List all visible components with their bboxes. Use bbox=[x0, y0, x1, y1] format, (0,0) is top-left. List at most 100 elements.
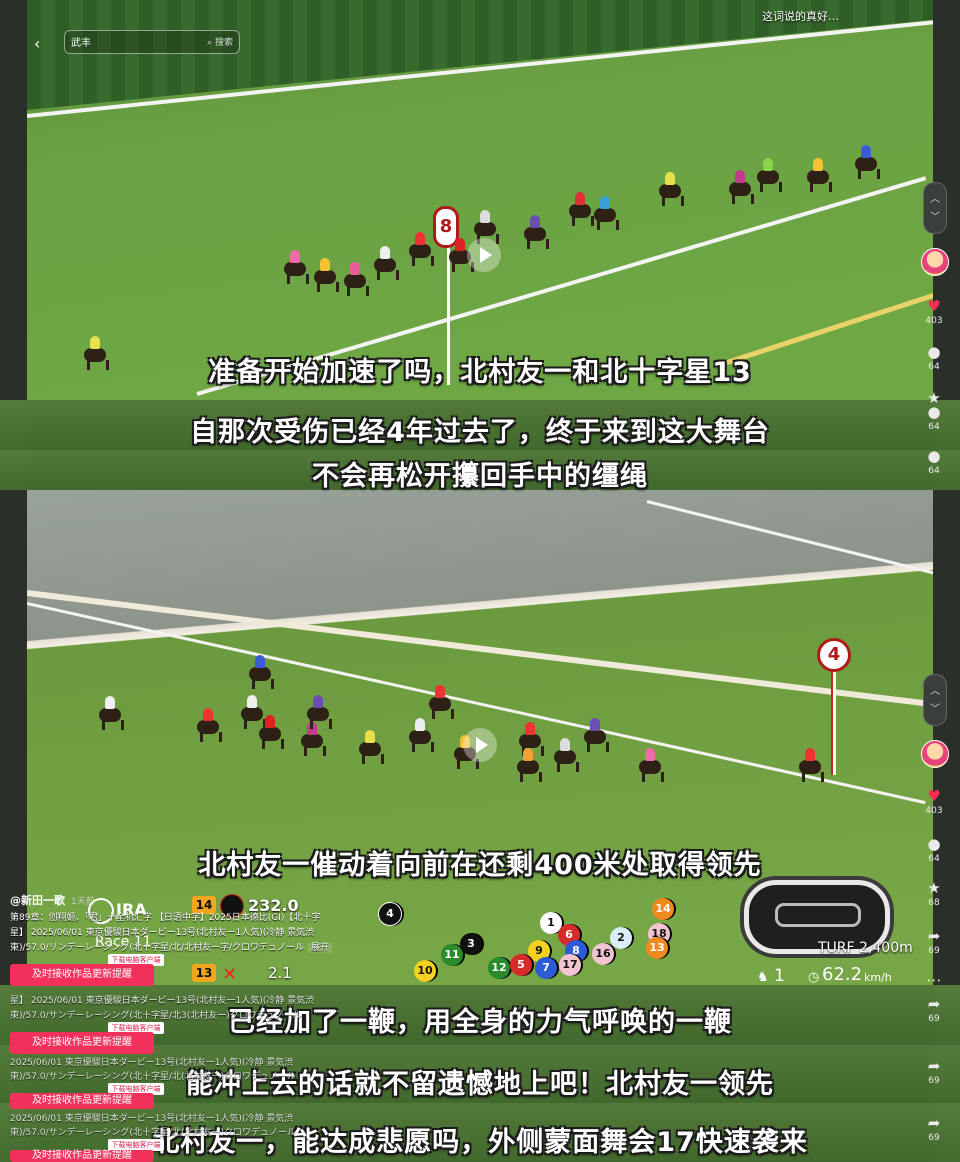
hud-box-bottom: 13 bbox=[192, 964, 216, 982]
horse bbox=[853, 145, 880, 179]
more-button[interactable]: ⋯ bbox=[918, 972, 950, 988]
horse bbox=[427, 685, 454, 719]
saddle-number: 10 bbox=[414, 960, 436, 982]
share-icon: ➦ bbox=[927, 995, 941, 1013]
chevron-up-icon: ︿ bbox=[930, 686, 940, 697]
subscribe-updates-button[interactable]: 及时接收作品更新提醒 bbox=[10, 1032, 154, 1054]
furlong-marker-4: 4 bbox=[817, 638, 851, 672]
description-line: 星】 2025/06/01 東京優駿日本ダービー13号(北村友一1人気)(冷静 … bbox=[10, 928, 315, 938]
saddle-number: 16 bbox=[592, 943, 614, 965]
comment-button[interactable]: ● 64 bbox=[918, 448, 950, 477]
x-icon: ✕ bbox=[222, 964, 238, 985]
horse bbox=[312, 258, 339, 292]
share-icon: ➦ bbox=[927, 927, 941, 945]
inner-rail bbox=[27, 590, 933, 709]
avatar[interactable] bbox=[921, 740, 949, 768]
hud-speed-unit: km/h bbox=[864, 971, 892, 984]
horse bbox=[407, 718, 434, 752]
comment-icon: ● bbox=[927, 447, 941, 465]
video-frame-top[interactable]: 8 bbox=[27, 0, 933, 400]
subscribe-updates-button[interactable]: 及时接收作品更新提醒 bbox=[10, 1093, 154, 1109]
scroll-toggle[interactable]: ︿ ﹀ bbox=[923, 182, 947, 234]
more-icon: ⋯ bbox=[926, 971, 942, 989]
post-time: 1天前 bbox=[71, 897, 95, 907]
share-icon: ➦ bbox=[927, 1114, 941, 1132]
horse bbox=[305, 695, 332, 729]
horse bbox=[407, 232, 434, 266]
author-name[interactable]: @新田一歌 bbox=[10, 894, 65, 907]
share-button[interactable]: ➦ 69 bbox=[918, 1115, 950, 1144]
search-box[interactable]: ⌕ 搜索 bbox=[64, 30, 240, 54]
top-caption: 这词说的真好… bbox=[762, 10, 839, 23]
chevron-down-icon: ﹀ bbox=[930, 704, 940, 715]
horse bbox=[195, 708, 222, 742]
subtitle-line: 北村友一催动着向前在还剩400米处取得领先 bbox=[198, 850, 762, 881]
saddle-number: 3 bbox=[460, 933, 482, 955]
horse bbox=[357, 730, 384, 764]
play-icon[interactable] bbox=[463, 728, 497, 762]
search-input[interactable] bbox=[71, 33, 181, 49]
clock-icon: ◷ bbox=[808, 970, 820, 985]
saddle-number: 2 bbox=[610, 927, 632, 949]
share-button[interactable]: ➦ 69 bbox=[918, 1058, 950, 1087]
expand-button[interactable]: 展开 bbox=[308, 943, 333, 953]
horse bbox=[797, 748, 824, 782]
horse bbox=[805, 158, 832, 192]
comment-button[interactable]: ● 64 bbox=[918, 344, 950, 373]
author-line[interactable]: @新田一歌 1天前 bbox=[10, 892, 95, 908]
search-icon: ⌕ bbox=[207, 38, 213, 48]
horse bbox=[515, 748, 542, 782]
horse bbox=[257, 715, 284, 749]
share-button[interactable]: ➦ 69 bbox=[918, 996, 950, 1025]
like-button[interactable]: ♥ 403 bbox=[918, 788, 950, 817]
avatar[interactable] bbox=[921, 248, 949, 276]
back-icon[interactable]: ‹ bbox=[34, 34, 40, 53]
comment-button[interactable]: ● 64 bbox=[918, 836, 950, 865]
hud-position: 1 bbox=[774, 966, 785, 986]
saddle-number: 12 bbox=[488, 957, 510, 979]
description-line: 2025/06/01 東京優駿日本ダービー13号(北村友一1人気)(冷静 景気渋 bbox=[10, 1114, 294, 1124]
share-icon: ➦ bbox=[927, 1057, 941, 1075]
subtitle-line: 不会再松开攥回手中的缰绳 bbox=[312, 461, 648, 492]
saddle-number: 4 bbox=[378, 902, 402, 926]
far-rail bbox=[646, 500, 933, 576]
horse-icon: ♞ bbox=[757, 970, 769, 985]
saddle-number: 11 bbox=[441, 944, 463, 966]
subscribe-updates-button[interactable]: 及时接收作品更新提醒 bbox=[10, 1150, 154, 1162]
horse bbox=[247, 655, 274, 689]
horse bbox=[342, 262, 369, 296]
furlong-pole bbox=[831, 665, 836, 775]
description-line: 東)/57.0/サンデーレーシング(北十字星/北3(北村友一)クロワデュノール bbox=[10, 1011, 302, 1021]
saddle-number: 7 bbox=[535, 957, 557, 979]
saddle-number: 5 bbox=[510, 954, 532, 976]
horse bbox=[97, 696, 124, 730]
heart-icon: ♥ bbox=[927, 297, 941, 315]
description-line: 東)/57.0/サンデーレーシング(北十字星/北(北村友一)クロワデュノール bbox=[10, 1128, 297, 1138]
play-icon[interactable] bbox=[467, 238, 501, 272]
saddle-number: 17 bbox=[559, 954, 581, 976]
comment-button[interactable]: ● 64 bbox=[918, 404, 950, 433]
subtitle-line: 自那次受伤已经4年过去了，终于来到这大舞台 bbox=[190, 417, 770, 448]
favorite-button[interactable]: ★ 68 bbox=[918, 880, 950, 909]
like-button[interactable]: ♥ 403 bbox=[918, 298, 950, 327]
subscribe-updates-button[interactable]: 及时接收作品更新提醒 bbox=[10, 964, 154, 986]
saddle-number: 13 bbox=[646, 937, 668, 959]
subtitle-line: 准备开始加速了吗，北村友一和北十字星13 bbox=[208, 357, 752, 388]
chevron-up-icon: ︿ bbox=[930, 194, 940, 205]
horse bbox=[657, 172, 684, 206]
share-button[interactable]: ➦ 69 bbox=[918, 928, 950, 957]
horse bbox=[755, 158, 782, 192]
description-line: 東)/57.0/リンデーレーシング(北十字星/北/北村友一字/クロワデュノール展… bbox=[10, 940, 333, 953]
description-line: 2025/06/01 東京優駿日本ダービー13号(北村友一1人気)(冷静 景気渋 bbox=[10, 1058, 294, 1068]
horse bbox=[637, 748, 664, 782]
search-button[interactable]: ⌕ 搜索 bbox=[207, 35, 233, 48]
star-icon: ★ bbox=[927, 879, 941, 897]
scroll-toggle[interactable]: ︿ ﹀ bbox=[923, 674, 947, 726]
hud-turf: TURF 2,400m bbox=[818, 940, 913, 956]
horse bbox=[522, 215, 549, 249]
comment-icon: ● bbox=[927, 343, 941, 361]
horse bbox=[567, 192, 594, 226]
description-line: 星】 2025/06/01 東京優駿日本ダービー13号(北村友一1人気)(冷静 … bbox=[10, 996, 315, 1006]
saddle-number: 14 bbox=[652, 898, 674, 920]
horse bbox=[592, 196, 619, 230]
